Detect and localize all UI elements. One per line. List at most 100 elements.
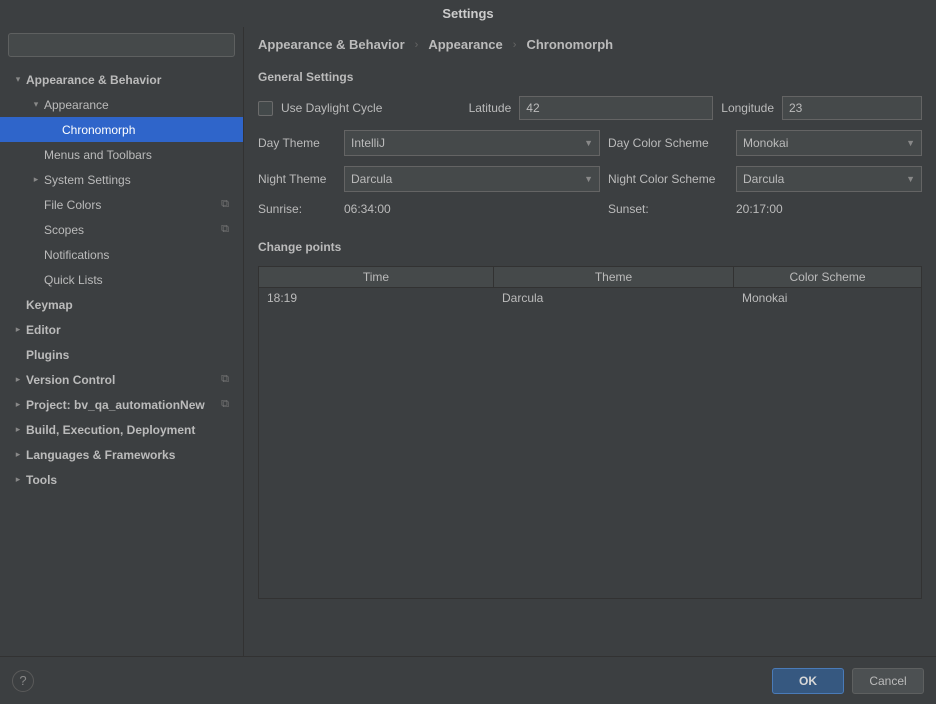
sidebar-item-build-execution-deployment[interactable]: ▸Build, Execution, Deployment — [0, 417, 243, 442]
chevron-down-icon: ▼ — [906, 174, 915, 184]
day-scheme-value: Monokai — [743, 136, 788, 150]
project-scope-icon: ⧉ — [221, 223, 229, 236]
chevron-right-icon[interactable]: ▸ — [10, 324, 26, 335]
sidebar-item-label: Quick Lists — [44, 273, 235, 287]
sidebar-item-label: Keymap — [26, 298, 235, 312]
th-time[interactable]: Time — [259, 267, 494, 287]
sidebar-item-label: Project: bv_qa_automationNew — [26, 398, 221, 412]
search-input[interactable] — [8, 33, 235, 57]
night-scheme-dropdown[interactable]: Darcula ▼ — [736, 166, 922, 192]
chevron-right-icon[interactable]: ▸ — [10, 399, 26, 410]
sidebar-item-label: Build, Execution, Deployment — [26, 423, 235, 437]
settings-panel: General Settings Use Daylight Cycle Lati… — [244, 62, 936, 656]
night-theme-value: Darcula — [351, 172, 392, 186]
td-scheme: Monokai — [734, 288, 921, 308]
sunrise-value: 06:34:00 — [344, 202, 600, 216]
dialog-footer: ? OK Cancel — [0, 656, 936, 704]
sidebar-item-quick-lists[interactable]: Quick Lists — [0, 267, 243, 292]
sidebar-item-label: File Colors — [44, 198, 221, 212]
sidebar-item-label: Notifications — [44, 248, 235, 262]
sidebar-item-label: Chronomorph — [62, 123, 235, 137]
breadcrumb-item: Chronomorph — [526, 37, 613, 52]
sidebar-item-label: System Settings — [44, 173, 235, 187]
sidebar-item-appearance-behavior[interactable]: ▾Appearance & Behavior — [0, 67, 243, 92]
longitude-input[interactable] — [782, 96, 922, 120]
sidebar-item-keymap[interactable]: Keymap — [0, 292, 243, 317]
sunset-label: Sunset: — [608, 202, 728, 216]
cancel-button[interactable]: Cancel — [852, 668, 924, 694]
th-scheme[interactable]: Color Scheme — [734, 267, 921, 287]
changepoints-table: Time Theme Color Scheme 18:19DarculaMono… — [258, 266, 922, 599]
row-daylight: Use Daylight Cycle Latitude Longitude — [258, 96, 922, 120]
sidebar-item-editor[interactable]: ▸Editor — [0, 317, 243, 342]
chevron-right-icon[interactable]: ▸ — [10, 449, 26, 460]
latitude-label: Latitude — [469, 101, 512, 115]
sidebar-item-plugins[interactable]: Plugins — [0, 342, 243, 367]
sidebar-item-label: Version Control — [26, 373, 221, 387]
breadcrumb-item[interactable]: Appearance & Behavior — [258, 37, 405, 52]
sidebar-item-languages-frameworks[interactable]: ▸Languages & Frameworks — [0, 442, 243, 467]
sidebar-item-label: Scopes — [44, 223, 221, 237]
sidebar-item-appearance[interactable]: ▾Appearance — [0, 92, 243, 117]
td-theme: Darcula — [494, 288, 734, 308]
night-scheme-label: Night Color Scheme — [608, 172, 728, 186]
breadcrumb-item[interactable]: Appearance — [428, 37, 502, 52]
chevron-right-icon: › — [513, 39, 517, 51]
day-theme-dropdown[interactable]: IntelliJ ▼ — [344, 130, 600, 156]
day-theme-value: IntelliJ — [351, 136, 385, 150]
sidebar-item-label: Menus and Toolbars — [44, 148, 235, 162]
project-scope-icon: ⧉ — [221, 198, 229, 211]
section-general: General Settings — [258, 70, 922, 84]
sidebar-item-project-bv-qa-automationnew[interactable]: ▸Project: bv_qa_automationNew⧉ — [0, 392, 243, 417]
sidebar-item-chronomorph[interactable]: Chronomorph — [0, 117, 243, 142]
sidebar-item-label: Tools — [26, 473, 235, 487]
main-area: ▾Appearance & Behavior▾AppearanceChronom… — [0, 27, 936, 656]
sidebar-item-notifications[interactable]: Notifications — [0, 242, 243, 267]
day-theme-label: Day Theme — [258, 136, 336, 150]
row-night-theme: Night Theme Darcula ▼ Night Color Scheme… — [258, 166, 922, 192]
settings-sidebar: ▾Appearance & Behavior▾Appearance Chronom… — [0, 27, 244, 656]
chevron-right-icon: › — [415, 39, 419, 51]
ok-button[interactable]: OK — [772, 668, 844, 694]
window-title: Settings — [0, 0, 936, 27]
sidebar-item-label: Languages & Frameworks — [26, 448, 235, 462]
sidebar-item-label: Editor — [26, 323, 235, 337]
longitude-label: Longitude — [721, 101, 774, 115]
sidebar-item-menus-and-toolbars[interactable]: Menus and Toolbars — [0, 142, 243, 167]
chevron-down-icon[interactable]: ▾ — [28, 99, 44, 110]
chevron-down-icon: ▼ — [906, 138, 915, 148]
content-panel: Appearance & Behavior › Appearance › Chr… — [244, 27, 936, 656]
project-scope-icon: ⧉ — [221, 398, 229, 411]
section-changepoints: Change points — [258, 240, 922, 254]
sunset-value: 20:17:00 — [736, 202, 783, 216]
chevron-right-icon[interactable]: ▸ — [10, 424, 26, 435]
sunrise-label: Sunrise: — [258, 202, 336, 216]
night-theme-label: Night Theme — [258, 172, 336, 186]
chevron-down-icon: ▼ — [584, 174, 593, 184]
latitude-input[interactable] — [519, 96, 713, 120]
sidebar-item-system-settings[interactable]: ▸System Settings — [0, 167, 243, 192]
sidebar-item-label: Plugins — [26, 348, 235, 362]
th-theme[interactable]: Theme — [494, 267, 734, 287]
sidebar-item-file-colors[interactable]: File Colors⧉ — [0, 192, 243, 217]
chevron-down-icon: ▼ — [584, 138, 593, 148]
sidebar-item-version-control[interactable]: ▸Version Control⧉ — [0, 367, 243, 392]
use-daylight-checkbox[interactable] — [258, 101, 273, 116]
table-row[interactable]: 18:19DarculaMonokai — [259, 288, 921, 308]
breadcrumb: Appearance & Behavior › Appearance › Chr… — [244, 27, 936, 62]
use-daylight-label: Use Daylight Cycle — [281, 101, 382, 115]
day-scheme-dropdown[interactable]: Monokai ▼ — [736, 130, 922, 156]
chevron-right-icon[interactable]: ▸ — [28, 174, 44, 185]
row-day-theme: Day Theme IntelliJ ▼ Day Color Scheme Mo… — [258, 130, 922, 156]
td-time: 18:19 — [259, 288, 494, 308]
chevron-right-icon[interactable]: ▸ — [10, 374, 26, 385]
settings-tree: ▾Appearance & Behavior▾Appearance Chronom… — [0, 63, 243, 656]
sidebar-item-tools[interactable]: ▸Tools — [0, 467, 243, 492]
help-button[interactable]: ? — [12, 670, 34, 692]
table-body: 18:19DarculaMonokai — [259, 288, 921, 598]
chevron-down-icon[interactable]: ▾ — [10, 74, 26, 85]
chevron-right-icon[interactable]: ▸ — [10, 474, 26, 485]
project-scope-icon: ⧉ — [221, 373, 229, 386]
sidebar-item-scopes[interactable]: Scopes⧉ — [0, 217, 243, 242]
night-theme-dropdown[interactable]: Darcula ▼ — [344, 166, 600, 192]
